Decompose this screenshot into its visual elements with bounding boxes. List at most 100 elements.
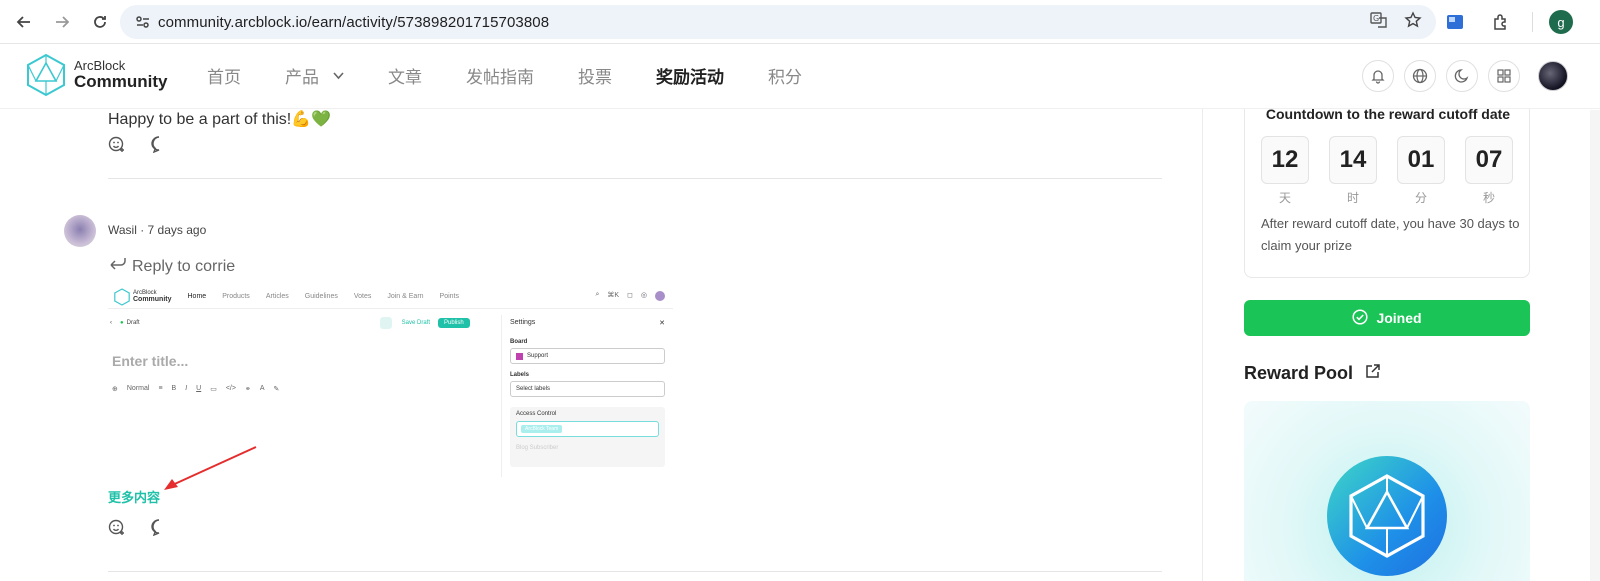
embed-draft-label: Draft: [126, 320, 140, 326]
menu-item-home[interactable]: 首页: [207, 63, 241, 88]
embed-close-icon: ✕: [659, 320, 665, 327]
countdown-value: 12: [1261, 136, 1309, 184]
joined-label: Joined: [1376, 310, 1422, 326]
embed-board-label: Board: [510, 339, 528, 345]
forward-arrow-icon[interactable]: [46, 6, 78, 38]
embed-draft-dot: ●: [120, 320, 124, 326]
reply-to-link[interactable]: Reply to corrie: [110, 257, 235, 276]
add-reaction-icon[interactable]: [108, 518, 126, 541]
embed-settings-icon: [379, 317, 392, 329]
embed-labels-label: Labels: [510, 372, 530, 378]
embed-labels-placeholder: Select labels: [516, 386, 551, 392]
site-settings-icon[interactable]: [128, 14, 158, 30]
menu-item-rewards[interactable]: 奖励活动: [656, 63, 724, 88]
previous-comment-text: Happy to be a part of this!💪💚: [108, 111, 332, 128]
moon-icon[interactable]: [1446, 60, 1478, 92]
arcblock-logo-icon: [27, 53, 65, 97]
address-bar[interactable]: community.arcblock.io/earn/activity/5738…: [120, 5, 1436, 39]
page-scrollbar[interactable]: [1590, 110, 1600, 581]
countdown-card: Countdown to the reward cutoff date 12 天…: [1244, 106, 1530, 278]
comment-meta: Wasil · 7 days ago: [108, 223, 207, 237]
joined-button[interactable]: Joined: [1244, 300, 1530, 336]
embed-normal-label: Normal: [126, 385, 150, 392]
menu-dots-icon[interactable]: [1589, 7, 1600, 37]
more-content-link[interactable]: 更多内容: [108, 487, 160, 506]
reply-bubble-icon[interactable]: [150, 135, 168, 158]
menu-item-label: 首页: [207, 68, 241, 87]
embed-access-select: ArcBlock Team: [516, 421, 659, 437]
countdown-seconds: 07 秒: [1465, 136, 1513, 206]
url-text[interactable]: community.arcblock.io/earn/activity/5738…: [158, 14, 549, 31]
countdown-boxes: 12 天 14 时 01 分 07 秒: [1261, 136, 1513, 206]
embed-topbar: ArcBlock Community Home Products Articles…: [108, 285, 673, 309]
toolbar-separator: [1532, 12, 1533, 32]
menu-item-label: 产品: [285, 68, 319, 87]
embed-menu-item: Guidelines: [304, 293, 338, 300]
countdown-unit: 秒: [1482, 191, 1495, 205]
menu-item-articles[interactable]: 文章: [388, 63, 422, 88]
countdown-value: 01: [1397, 136, 1445, 184]
countdown-value: 07: [1465, 136, 1513, 184]
embed-menu-item: Home: [187, 293, 207, 300]
menu-item-label: 投票: [578, 68, 612, 87]
embed-save-draft: Save Draft: [401, 320, 430, 326]
menu-item-points[interactable]: 积分: [768, 63, 802, 88]
apps-grid-icon[interactable]: [1488, 60, 1520, 92]
embed-tool-icon: I: [185, 385, 188, 392]
menu-item-products[interactable]: 产品: [285, 63, 344, 88]
embed-tool-icon: ⚭: [244, 386, 251, 393]
comment-divider: [108, 571, 1162, 572]
embed-draftbar: ‹ ● Draft Save Draft Publish: [108, 313, 508, 333]
embed-tool-icon: ✎: [273, 386, 280, 393]
embed-search-icon: ⌕: [595, 291, 600, 298]
countdown-title: Countdown to the reward cutoff date: [1265, 106, 1511, 122]
globe-icon[interactable]: [1404, 60, 1436, 92]
reply-to-label: Reply to corrie: [132, 257, 236, 275]
bell-icon[interactable]: [1362, 60, 1394, 92]
annotation-arrow-icon: [164, 446, 257, 490]
star-icon[interactable]: [1404, 10, 1422, 34]
chevron-down-icon: [333, 68, 344, 83]
external-link-icon[interactable]: [1365, 363, 1381, 384]
menu-item-label: 积分: [768, 68, 802, 87]
embed-avatar: [655, 291, 665, 301]
embed-menu: Home Products Articles Guidelines Votes …: [188, 293, 460, 300]
menu-item-guidelines[interactable]: 发帖指南: [466, 63, 534, 88]
embed-tool-icon: ≡: [158, 385, 163, 392]
logo-line1: ArcBlock: [74, 58, 126, 74]
embed-menu-item: Join & Earn: [387, 293, 424, 300]
profile-avatar[interactable]: g: [1549, 10, 1573, 34]
embed-publish: Publish: [438, 318, 470, 328]
extension-icon[interactable]: [1440, 7, 1470, 37]
menu-item-votes[interactable]: 投票: [578, 63, 612, 88]
embed-settings-panel: Settings ✕ Board Support Labels Select l…: [501, 315, 673, 477]
browser-toolbar: community.arcblock.io/earn/activity/5738…: [0, 0, 1600, 44]
embed-tool-icon: A: [259, 385, 265, 392]
embed-board-select: Support: [510, 348, 665, 364]
embed-labels-select: Select labels: [510, 381, 665, 397]
reply-bubble-icon[interactable]: [150, 518, 168, 541]
comment-actions: [108, 518, 168, 541]
reply-arrow-icon: [110, 257, 126, 276]
add-reaction-icon[interactable]: [108, 135, 126, 158]
back-arrow-icon[interactable]: [8, 6, 40, 38]
embed-access-label: Access Control: [516, 411, 557, 417]
embed-toolbar: ⊕ Normal ≡ B I U ▭ </> ⚭ A ✎: [112, 385, 279, 393]
reward-pool-image: [1244, 401, 1530, 581]
reload-icon[interactable]: [84, 6, 116, 38]
puzzle-icon[interactable]: [1486, 7, 1516, 37]
embed-logo: ArcBlock Community: [114, 287, 172, 306]
site-logo[interactable]: ArcBlock Community: [26, 53, 168, 97]
countdown-minutes: 01 分: [1397, 136, 1445, 206]
avatar[interactable]: [64, 215, 96, 247]
embed-title-placeholder: Enter title...: [112, 353, 189, 369]
embed-menu-item: Points: [439, 293, 460, 300]
user-avatar[interactable]: [1538, 61, 1568, 91]
embed-board-color: [516, 352, 523, 360]
embed-access-hint: Blog Subscriber: [516, 445, 559, 451]
countdown-unit: 时: [1346, 191, 1359, 205]
translate-icon[interactable]: G: [1370, 11, 1388, 34]
embed-access-control: Access Control ArcBlock Team Blog Subscr…: [510, 407, 665, 467]
comment-feed: Happy to be a part of this!💪💚 Wasil · 7 …: [0, 109, 1200, 581]
countdown-hours: 14 时: [1329, 136, 1377, 206]
